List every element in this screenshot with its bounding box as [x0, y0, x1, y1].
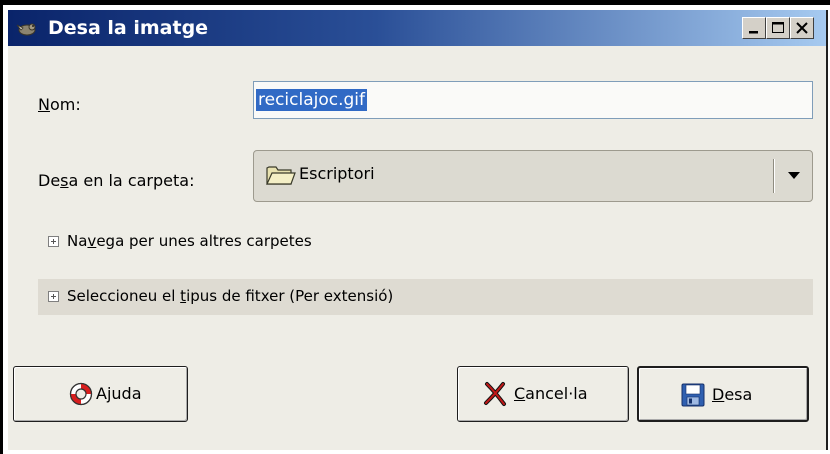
close-button[interactable] — [790, 17, 814, 39]
minimize-button[interactable] — [742, 17, 766, 39]
save-image-dialog: Desa la imatge Nom: reciclajoc.gif Desa … — [8, 10, 828, 450]
save-folder-label: Desa en la carpeta: — [38, 171, 195, 190]
filename-value: reciclajoc.gif — [256, 89, 368, 111]
combo-separator — [773, 159, 775, 193]
help-button[interactable]: Ajuda — [13, 366, 188, 422]
file-type-expander[interactable]: Seleccioneu el tipus de fitxer (Per exte… — [38, 279, 813, 315]
save-button[interactable]: Desa — [637, 366, 809, 422]
cancel-x-icon — [484, 382, 506, 406]
title-bar[interactable]: Desa la imatge — [8, 10, 826, 46]
selected-folder: Escriptori — [299, 164, 375, 183]
screen-left-border — [0, 0, 3, 454]
dropdown-arrow-icon[interactable] — [787, 171, 801, 180]
expand-icon — [48, 291, 59, 302]
floppy-disk-icon — [681, 383, 705, 407]
save-folder-combo[interactable]: Escriptori — [253, 150, 813, 202]
cancel-label: Cancel·la — [514, 384, 588, 403]
cancel-button[interactable]: Cancel·la — [457, 366, 629, 422]
maximize-button[interactable] — [766, 17, 790, 39]
help-label: Ajuda — [96, 384, 142, 403]
browse-folders-expander[interactable]: Navega per unes altres carpetes — [48, 232, 312, 250]
expand-icon — [48, 236, 59, 247]
maximize-icon — [772, 22, 784, 33]
screen-top-border — [0, 0, 830, 5]
window-title: Desa la imatge — [48, 17, 209, 39]
name-label: Nom: — [38, 95, 81, 114]
folder-icon — [266, 166, 296, 185]
lifebuoy-icon — [69, 382, 93, 406]
minimize-icon — [749, 31, 758, 34]
gimp-icon — [16, 23, 36, 36]
save-label: Desa — [712, 385, 753, 404]
filename-input[interactable]: reciclajoc.gif — [253, 81, 813, 119]
close-icon — [796, 22, 808, 34]
